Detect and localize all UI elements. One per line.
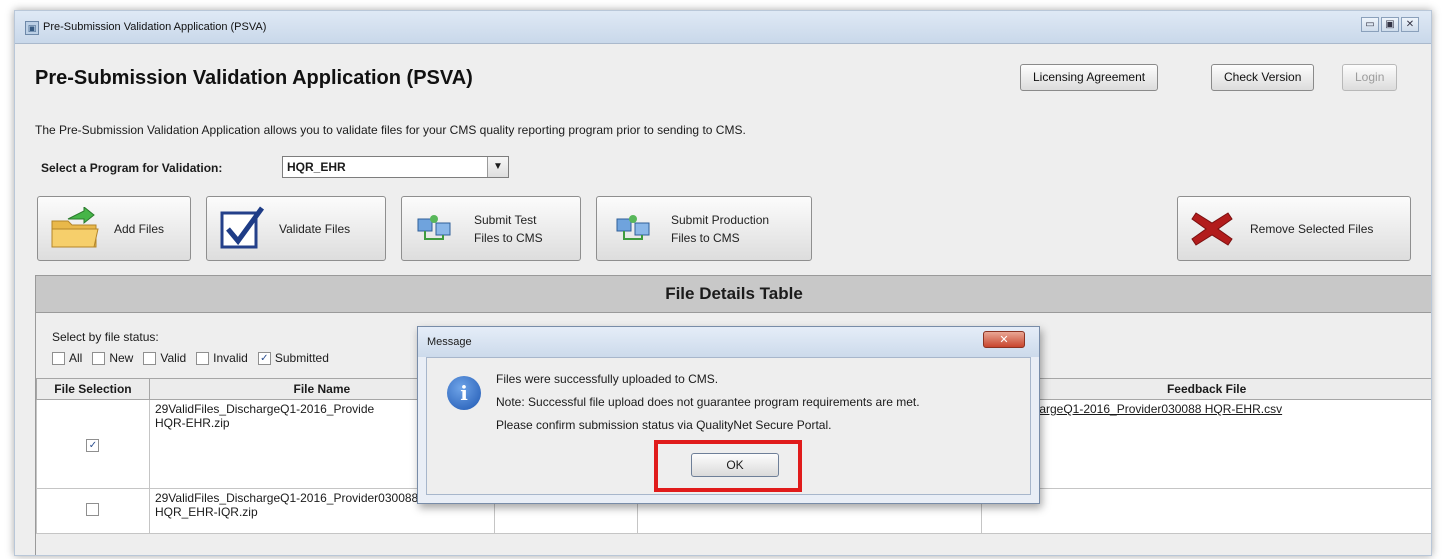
maximize-button[interactable]: ▣ xyxy=(1381,17,1399,32)
program-select[interactable]: HQR_EHR ▼ xyxy=(282,156,509,178)
app-icon: ▣ xyxy=(25,21,39,35)
checkbox-checked[interactable]: ✓ xyxy=(257,351,271,365)
add-files-button[interactable]: Add Files xyxy=(37,196,191,261)
filter-submitted-label: Submitted xyxy=(274,351,329,365)
submit-test-button[interactable]: Submit Test Files to CMS xyxy=(401,196,581,261)
submit-production-label-1: Submit Production xyxy=(671,213,770,227)
close-window-button[interactable]: ✕ xyxy=(1401,17,1419,32)
filter-all[interactable]: All xyxy=(52,351,82,365)
page-title: Pre-Submission Validation Application (P… xyxy=(35,67,473,89)
licensing-agreement-button[interactable]: Licensing Agreement xyxy=(1020,64,1159,91)
minimize-button[interactable]: ▭ xyxy=(1361,17,1379,32)
filter-invalid[interactable]: Invalid xyxy=(196,351,248,365)
dialog-message-line-2: Note: Successful file upload does not gu… xyxy=(496,395,920,409)
submit-test-label-1: Submit Test xyxy=(474,213,537,227)
checkbox[interactable] xyxy=(92,351,106,365)
remove-selected-files-button[interactable]: Remove Selected Files xyxy=(1177,196,1411,261)
checkbox[interactable] xyxy=(52,351,65,365)
status-filter-row: All New Valid Invalid ✓ Submitted xyxy=(52,351,329,365)
row-select-cell xyxy=(36,488,150,534)
window-controls: ▭ ▣ ✕ xyxy=(1361,17,1419,32)
dialog-message-line-1: Files were successfully uploaded to CMS. xyxy=(496,372,719,386)
file-name-line: HQR_EHR-IQR.zip xyxy=(154,505,258,519)
dialog-title: Message xyxy=(427,336,472,348)
validate-files-button[interactable]: Validate Files xyxy=(206,196,386,261)
filter-submitted[interactable]: ✓ Submitted xyxy=(257,351,329,365)
network-upload-icon xyxy=(417,215,451,240)
checkbox[interactable] xyxy=(143,351,157,365)
filter-all-label: All xyxy=(69,351,83,365)
feedback-file-cell xyxy=(981,488,1431,534)
network-upload-icon xyxy=(616,215,650,240)
filter-valid-label: Valid xyxy=(160,351,187,365)
checkbox[interactable] xyxy=(196,351,210,365)
row-checkbox-checked[interactable]: ✓ xyxy=(86,438,100,452)
row-checkbox[interactable] xyxy=(86,503,100,516)
check-version-button[interactable]: Check Version xyxy=(1211,64,1315,91)
window-titlebar: ▣ Pre-Submission Validation Application … xyxy=(15,11,1431,44)
feedback-file-link[interactable]: les_DischargeQ1-2016_Provider030088 HQR-… xyxy=(981,399,1431,489)
window-title: Pre-Submission Validation Application (P… xyxy=(43,21,267,33)
app-description: The Pre-Submission Validation Applicatio… xyxy=(35,123,746,137)
checkbox-check-icon xyxy=(220,206,265,249)
add-files-label: Add Files xyxy=(114,222,165,236)
status-filter-label: Select by file status: xyxy=(52,330,159,344)
dialog-message-line-3: Please confirm submission status via Qua… xyxy=(496,418,832,432)
filter-new[interactable]: New xyxy=(92,351,133,365)
ok-button-highlight xyxy=(654,440,802,492)
row-select-cell: ✓ xyxy=(36,399,150,489)
folder-add-icon xyxy=(51,207,99,248)
submit-production-button[interactable]: Submit Production Files to CMS xyxy=(596,196,812,261)
program-select-value: HQR_EHR xyxy=(287,160,346,174)
program-label: Select a Program for Validation: xyxy=(41,161,223,175)
column-feedback-file[interactable]: Feedback File xyxy=(981,378,1431,400)
red-x-icon xyxy=(1191,212,1233,246)
dialog-titlebar: Message ✕ xyxy=(418,327,1039,357)
filter-invalid-label: Invalid xyxy=(213,351,248,365)
dialog-close-button[interactable]: ✕ xyxy=(983,331,1025,348)
info-icon: i xyxy=(447,376,481,410)
submit-production-label-2: Files to CMS xyxy=(671,231,740,245)
submit-test-label-2: Files to CMS xyxy=(474,231,543,245)
file-details-heading: File Details Table xyxy=(36,276,1431,313)
filter-new-label: New xyxy=(109,351,134,365)
chevron-down-icon[interactable]: ▼ xyxy=(487,157,508,177)
login-button[interactable]: Login xyxy=(1342,64,1398,91)
column-file-selection[interactable]: File Selection xyxy=(36,378,150,400)
filter-valid[interactable]: Valid xyxy=(143,351,186,365)
remove-selected-files-label: Remove Selected Files xyxy=(1250,222,1374,236)
validate-files-label: Validate Files xyxy=(279,222,351,236)
